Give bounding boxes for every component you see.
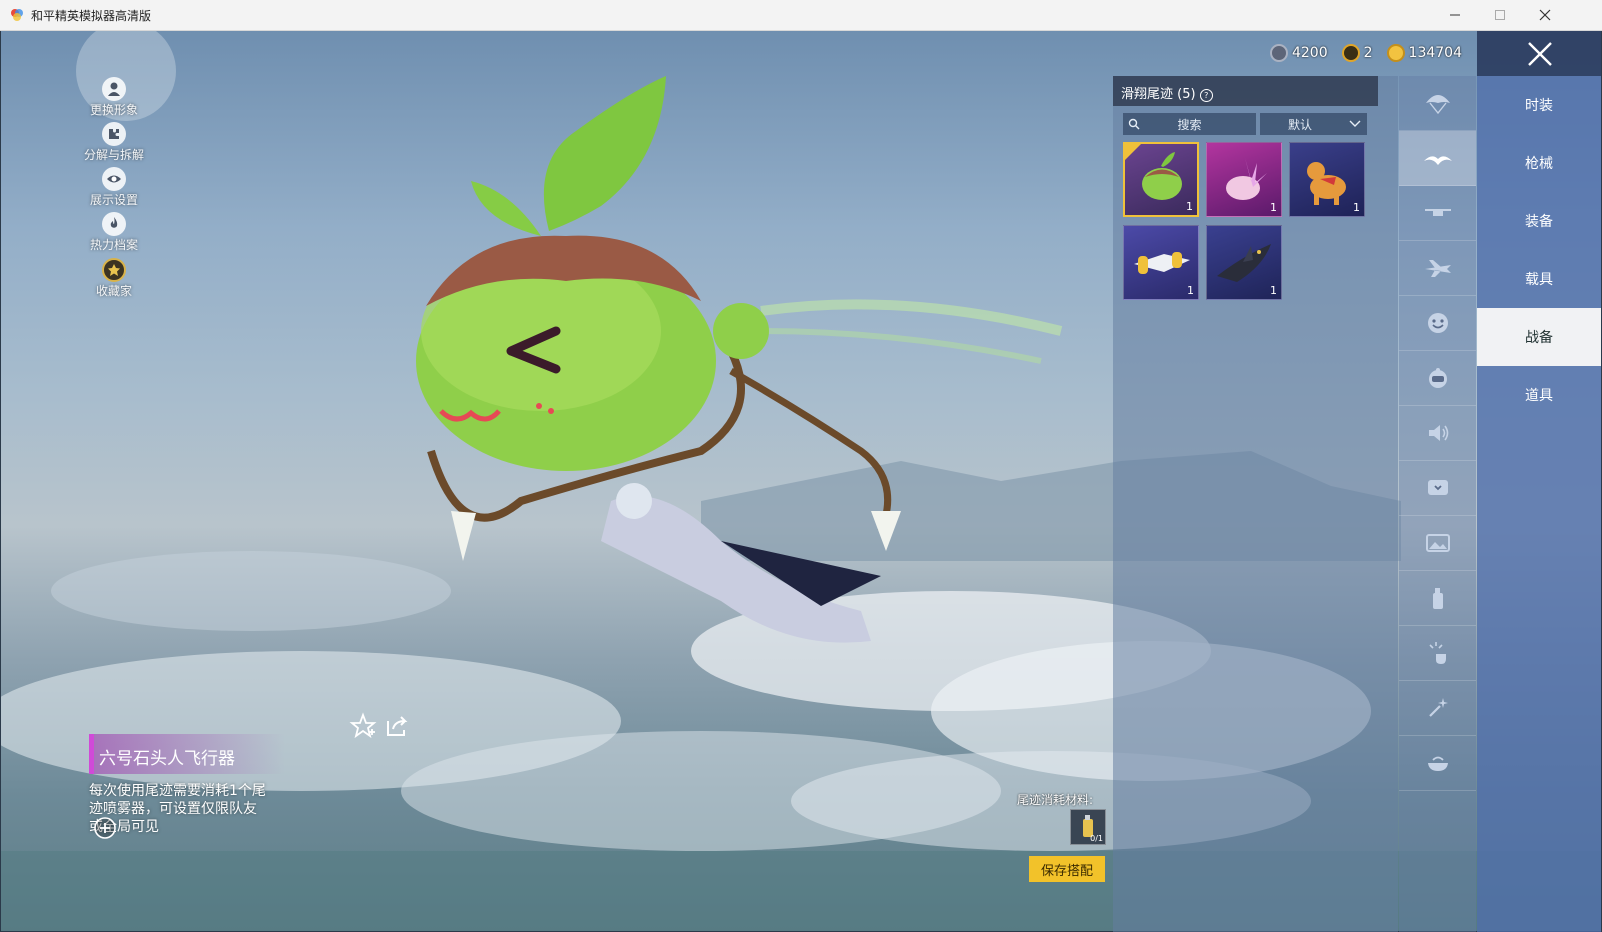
search-input[interactable]: 搜索 <box>1123 113 1256 135</box>
currency-bar: 4200 2 134704 <box>1269 44 1462 62</box>
panel-header: 滑翔尾迹 (5) ? <box>1113 76 1378 106</box>
left-menu-label: 热力档案 <box>89 238 138 252</box>
tab-pet[interactable] <box>1399 351 1476 406</box>
trail-spray-item[interactable]: 0/1 <box>1070 809 1106 845</box>
drone-icon <box>1424 209 1451 216</box>
left-menu-collector[interactable]: 收藏家 <box>79 258 149 299</box>
close-icon[interactable] <box>1522 0 1568 30</box>
glider-trail-icon <box>1423 156 1452 165</box>
tab-picture[interactable] <box>1399 516 1476 571</box>
glider-tile-jet[interactable]: 1 <box>1123 225 1199 300</box>
close-icon <box>1528 42 1552 66</box>
flame-icon <box>102 212 126 236</box>
consumable-label: 尾迹消耗材料: <box>1017 793 1094 807</box>
eye-icon <box>102 167 126 191</box>
spray-can-icon <box>1432 588 1443 609</box>
tab-glider-trail[interactable] <box>1399 131 1476 186</box>
tab-voice[interactable] <box>1399 406 1476 461</box>
currency-gold-coin: 134704 <box>1386 44 1462 62</box>
tab-tap-effect[interactable] <box>1399 626 1476 681</box>
tab-emote[interactable] <box>1399 296 1476 351</box>
left-menu-display-settings[interactable]: 展示设置 <box>79 167 149 208</box>
left-menu-change-avatar[interactable]: 更换形象 <box>79 77 149 118</box>
category-items[interactable]: 道具 <box>1477 366 1601 424</box>
item-name: 六号石头人飞行器 <box>99 749 235 769</box>
close-panel-button[interactable] <box>1477 31 1601 76</box>
category-weapons[interactable]: 枪械 <box>1477 134 1601 192</box>
tab-message[interactable] <box>1399 461 1476 516</box>
maximize-icon[interactable] <box>1477 0 1523 30</box>
left-menu-heat-archive[interactable]: 热力档案 <box>79 212 149 253</box>
tab-drone[interactable] <box>1399 186 1476 241</box>
tile-count: 1 <box>1353 201 1360 214</box>
collector-badge-icon <box>102 258 126 282</box>
tile-count: 1 <box>1270 284 1277 297</box>
glider-tile-horse[interactable]: 1 <box>1289 142 1365 217</box>
glider-tile-sprout[interactable]: 1 <box>1123 142 1199 217</box>
category-vehicles[interactable]: 载具 <box>1477 250 1601 308</box>
sparkle-wand-icon <box>1428 698 1448 717</box>
left-menu-label: 展示设置 <box>89 193 138 207</box>
panel-title: 滑翔尾迹 (5) ? <box>1121 83 1213 102</box>
minimize-icon[interactable] <box>1432 0 1478 30</box>
item-panel: 滑翔尾迹 (5) ? 搜索 默认 1 1 1 1 1 <box>1113 76 1398 932</box>
left-menu-label: 收藏家 <box>95 284 132 298</box>
category-combat-gear[interactable]: 战备 <box>1477 308 1601 366</box>
tile-count: 1 <box>1270 201 1277 214</box>
bowl-icon <box>1427 756 1448 771</box>
help-icon[interactable]: ? <box>1199 89 1213 102</box>
category-fashion[interactable]: 时装 <box>1477 76 1601 134</box>
airplane-icon <box>1424 260 1451 277</box>
pet-icon <box>1428 368 1447 388</box>
tab-bowl[interactable] <box>1399 736 1476 791</box>
sort-label: 默认 <box>1288 118 1313 132</box>
left-menu-label: 更换形象 <box>89 103 138 117</box>
tab-sparkle[interactable] <box>1399 681 1476 736</box>
message-box-icon <box>1427 480 1448 495</box>
currency-gold-badge: 2 <box>1341 44 1373 62</box>
chevron-down-icon <box>1349 120 1361 127</box>
favorite-star-icon[interactable] <box>349 712 377 740</box>
save-outfit-button[interactable]: 保存搭配 <box>1029 856 1105 882</box>
share-icon[interactable] <box>383 712 411 740</box>
search-placeholder: 搜索 <box>1177 118 1202 132</box>
category-sidebar: 时装 枪械 装备 载具 战备 道具 <box>1477 31 1601 932</box>
zoom-in-icon[interactable] <box>93 816 117 840</box>
item-accent-bar <box>89 734 94 774</box>
person-icon <box>102 77 126 101</box>
tab-airplane[interactable] <box>1399 241 1476 296</box>
left-menu-decompose[interactable]: 分解与拆解 <box>79 122 149 163</box>
tap-effect-icon <box>1428 642 1446 664</box>
tile-count: 1 <box>1186 200 1193 213</box>
emote-face-icon <box>1427 313 1448 333</box>
consumable-count: 0/1 <box>1090 834 1103 843</box>
tab-parachute[interactable] <box>1399 76 1476 131</box>
currency-dark-coin: 4200 <box>1269 44 1328 62</box>
tab-spray[interactable] <box>1399 571 1476 626</box>
window-title: 和平精英模拟器高清版 <box>31 9 152 23</box>
speaker-icon <box>1428 425 1448 441</box>
glider-tile-crystal[interactable]: 1 <box>1206 142 1282 217</box>
picture-icon <box>1425 534 1450 552</box>
gold-coin-icon <box>1386 44 1405 62</box>
tile-count: 1 <box>1187 284 1194 297</box>
subcategory-icon-column <box>1399 76 1476 932</box>
window-titlebar: 和平精英模拟器高清版 <box>0 0 1602 31</box>
currency-value: 134704 <box>1408 45 1462 61</box>
puzzle-icon <box>102 122 126 146</box>
category-equipment[interactable]: 装备 <box>1477 192 1601 250</box>
left-menu-label: 分解与拆解 <box>83 148 144 162</box>
gold-badge-coin-icon <box>1341 44 1360 62</box>
colorful-app-icon <box>11 9 23 21</box>
currency-value: 4200 <box>1291 45 1328 61</box>
currency-value: 2 <box>1363 45 1373 61</box>
glider-tile-shark[interactable]: 1 <box>1206 225 1282 300</box>
sort-dropdown[interactable]: 默认 <box>1260 113 1367 135</box>
dark-coin-icon <box>1269 44 1288 62</box>
parachute-icon <box>1425 95 1450 115</box>
